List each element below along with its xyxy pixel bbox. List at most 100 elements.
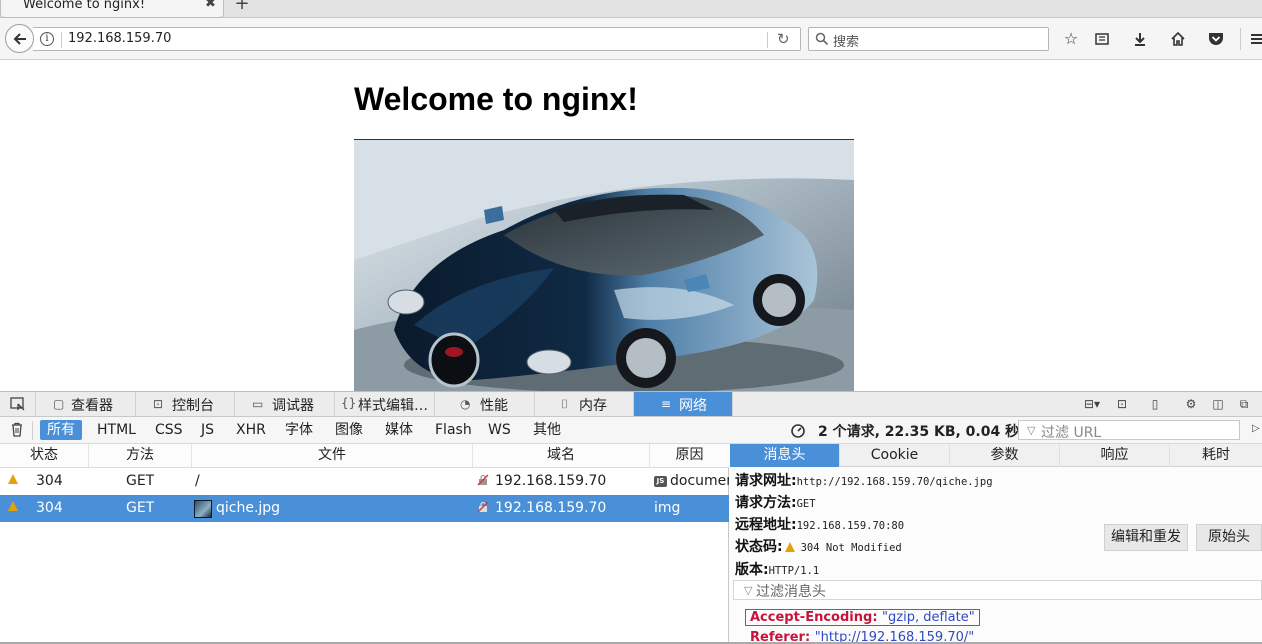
tab-strip: Welcome to nginx! ✖ + [0, 0, 1262, 18]
filter-html-button[interactable]: HTML [90, 420, 143, 440]
warning-icon [8, 474, 18, 484]
reload-icon[interactable]: ↻ [777, 30, 790, 48]
url-filter-input[interactable]: ▽ 过滤 URL [1018, 420, 1240, 441]
tab-style-editor-label: 样式编辑… [358, 398, 428, 414]
request-details-panel: 消息头 Cookie 参数 响应 耗时 请求网址:http://192.168.… [730, 444, 1262, 644]
close-tab-icon[interactable]: ✖ [205, 0, 216, 11]
layout-dropdown-icon[interactable]: ⊟▾ [1080, 396, 1104, 412]
tab-response[interactable]: 响应 [1060, 444, 1170, 467]
memory-icon: ⌷ [561, 397, 569, 411]
devtools-toolbar: ▢ 查看器 ⊡ 控制台 ▭ 调试器 {} 样式编辑… ◔ 性能 ⌷ 内存 ≡ 网… [0, 392, 1262, 417]
filter-fonts-button[interactable]: 字体 [278, 420, 320, 440]
version-row: 版本:HTTP/1.1 [735, 559, 819, 579]
tab-memory[interactable]: ⌷ 内存 [535, 392, 634, 416]
menu-icon[interactable] [1247, 29, 1262, 49]
performance-analysis-icon[interactable] [790, 423, 806, 439]
request-method-value: GET [796, 498, 816, 510]
row-domain: 192.168.159.70 [495, 500, 607, 516]
responsive-design-icon[interactable]: ▯ [1147, 396, 1163, 412]
column-method[interactable]: 方法 [89, 444, 192, 467]
network-filter-bar: 所有 HTML CSS JS XHR 字体 图像 媒体 Flash WS 其他 … [0, 417, 1262, 444]
back-button[interactable] [5, 24, 34, 53]
request-url-label: 请求网址: [735, 473, 797, 489]
status-code-row: 状态码: 304 Not Modified [735, 536, 902, 556]
new-tab-button[interactable]: + [230, 0, 254, 16]
tab-params[interactable]: 参数 [950, 444, 1060, 467]
tab-network[interactable]: ≡ 网络 [634, 392, 733, 416]
bookmark-star-icon[interactable]: ☆ [1061, 29, 1081, 49]
dock-side-icon[interactable]: ◫ [1210, 396, 1226, 412]
table-row[interactable]: 304 GET qiche.jpg 192.168.159.70 img [0, 495, 729, 522]
home-icon[interactable] [1168, 29, 1188, 49]
url-filter-placeholder: 过滤 URL [1041, 425, 1102, 441]
js-badge-icon: JS [654, 476, 667, 487]
browser-tab[interactable]: Welcome to nginx! ✖ [0, 0, 224, 18]
tab-timings[interactable]: 耗时 [1170, 444, 1262, 467]
url-divider [61, 32, 62, 48]
header-filter-input[interactable]: ▽ 过滤消息头 [733, 580, 1262, 600]
url-bar[interactable]: i 192.168.159.70 ↻ [33, 27, 801, 51]
downloads-icon[interactable] [1130, 29, 1150, 49]
row-status: 304 [36, 473, 63, 489]
navigation-bar: i 192.168.159.70 ↻ 搜索 ☆ [0, 18, 1262, 60]
filter-other-button[interactable]: 其他 [526, 420, 568, 440]
page-heading: Welcome to nginx! [354, 81, 638, 117]
clear-trash-icon[interactable] [10, 422, 24, 437]
tab-cookies[interactable]: Cookie [840, 444, 950, 467]
tab-style-editor[interactable]: {} 样式编辑… [335, 392, 435, 416]
column-file[interactable]: 文件 [192, 444, 473, 467]
tab-headers[interactable]: 消息头 [730, 444, 840, 467]
request-url-value: http://192.168.159.70/qiche.jpg [796, 476, 993, 488]
header-filter-placeholder: 过滤消息头 [756, 584, 826, 600]
url-text[interactable]: 192.168.159.70 [68, 31, 171, 46]
tab-inspector[interactable]: ▢ 查看器 [36, 392, 136, 416]
column-domain[interactable]: 域名 [473, 444, 650, 467]
column-status[interactable]: 状态 [0, 444, 89, 467]
filter-all-button[interactable]: 所有 [40, 420, 82, 440]
header-key: Accept-Encoding [750, 610, 873, 625]
table-row[interactable]: 304 GET / 192.168.159.70 JS document [0, 468, 729, 495]
header-accept-encoding[interactable]: Accept-Encoding: "gzip, deflate" [745, 609, 980, 626]
split-console-icon[interactable]: ⊡ [1114, 396, 1130, 412]
column-cause[interactable]: 原因 [650, 444, 729, 467]
filter-ws-button[interactable]: WS [481, 420, 518, 440]
filter-css-button[interactable]: CSS [148, 420, 190, 440]
filter-js-button[interactable]: JS [194, 420, 221, 440]
performance-icon: ◔ [460, 397, 471, 411]
undock-window-icon[interactable]: ⧉ [1236, 396, 1252, 412]
search-bar[interactable]: 搜索 [808, 27, 1049, 51]
filter-images-button[interactable]: 图像 [328, 420, 370, 440]
element-picker-button[interactable] [0, 392, 36, 416]
filter-divider [32, 421, 33, 440]
edit-and-resend-button[interactable]: 编辑和重发 [1104, 524, 1188, 551]
insecure-lock-icon [477, 474, 489, 486]
debugger-icon: ▭ [252, 397, 264, 411]
row-status: 304 [36, 500, 63, 516]
tab-console-label: 控制台 [172, 398, 214, 414]
tab-performance[interactable]: ◔ 性能 [435, 392, 535, 416]
header-value: "gzip, deflate" [882, 610, 975, 625]
toggle-details-icon[interactable]: ▷ [1252, 423, 1260, 434]
tab-console[interactable]: ⊡ 控制台 [136, 392, 235, 416]
tab-debugger[interactable]: ▭ 调试器 [235, 392, 335, 416]
site-info-icon[interactable]: i [40, 32, 54, 46]
pocket-icon[interactable] [1206, 29, 1226, 49]
table-header: 状态 方法 文件 域名 原因 [0, 444, 729, 468]
filter-xhr-button[interactable]: XHR [229, 420, 273, 440]
request-table: 状态 方法 文件 域名 原因 304 GET / 192.168.159.70 … [0, 444, 729, 644]
filter-funnel-icon: ▽ [1027, 424, 1036, 437]
row-method: GET [126, 500, 155, 516]
remote-address-label: 远程地址: [735, 517, 797, 533]
remote-address-value: 192.168.159.70:80 [796, 520, 905, 532]
row-domain: 192.168.159.70 [495, 473, 607, 489]
reading-list-icon[interactable] [1092, 29, 1112, 49]
settings-gear-icon[interactable]: ⚙ [1183, 396, 1199, 412]
raw-headers-button[interactable]: 原始头 [1196, 524, 1262, 551]
tab-performance-label: 性能 [480, 398, 508, 414]
filter-media-button[interactable]: 媒体 [378, 420, 420, 440]
tab-title: Welcome to nginx! [23, 0, 146, 12]
details-tabs: 消息头 Cookie 参数 响应 耗时 [730, 444, 1262, 467]
row-cause: img [654, 500, 681, 516]
filter-flash-button[interactable]: Flash [428, 420, 479, 440]
url-divider-right [767, 32, 768, 48]
